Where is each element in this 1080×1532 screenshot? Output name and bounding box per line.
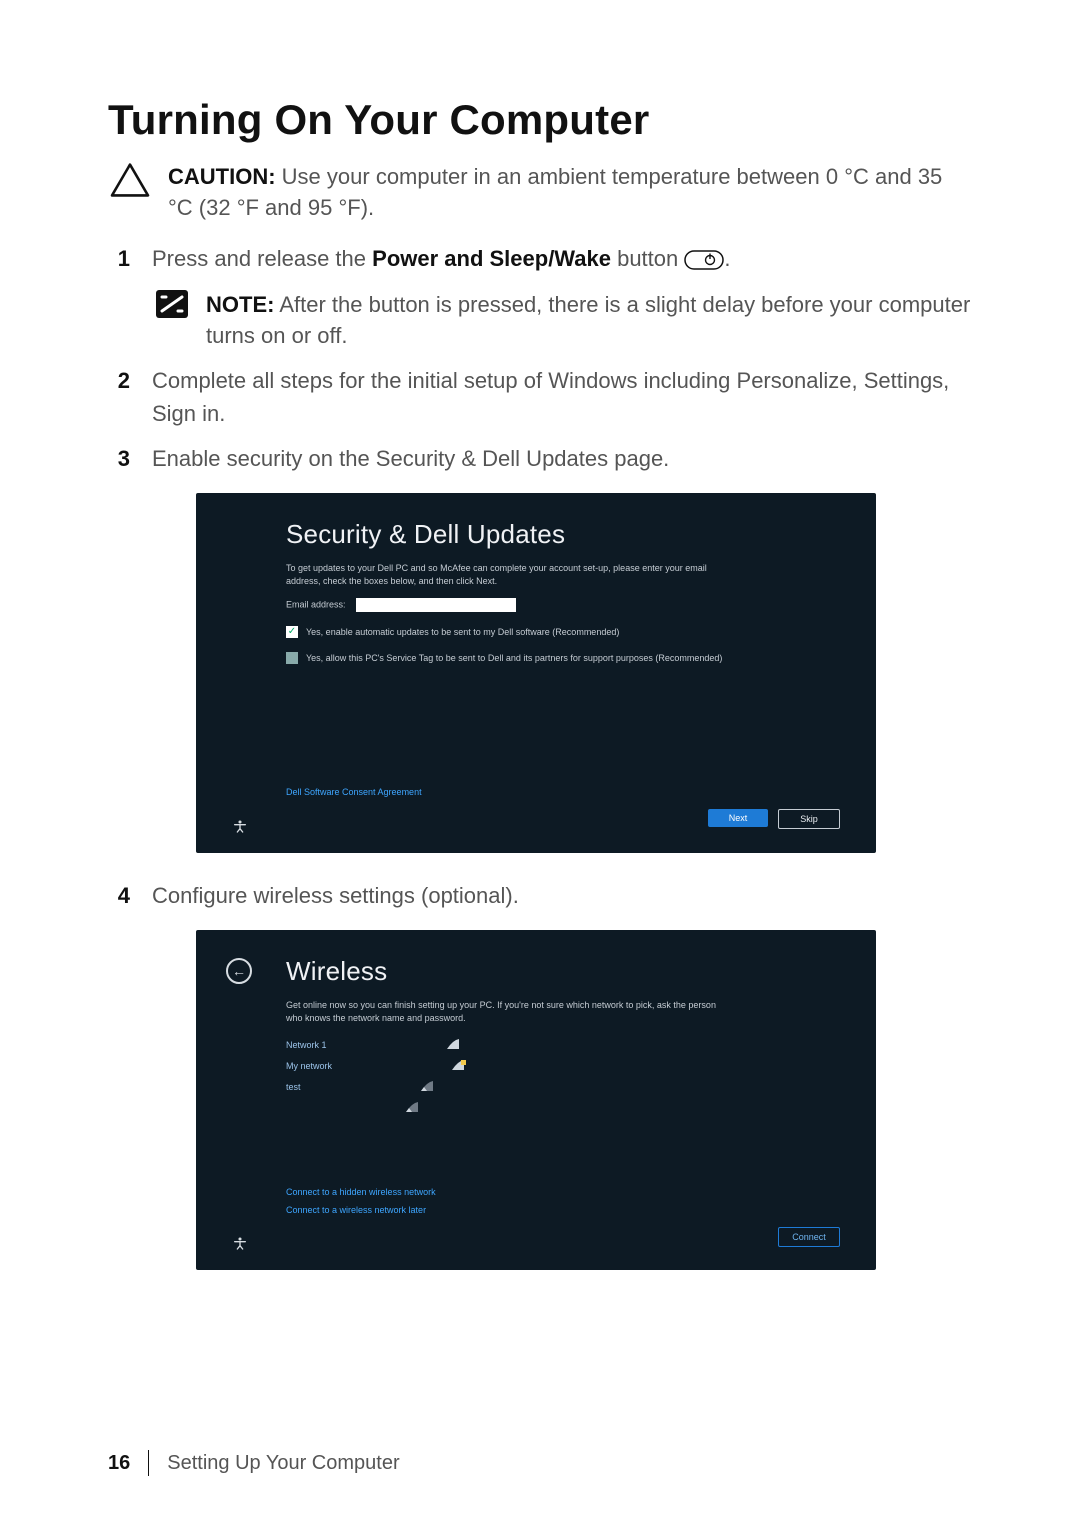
page-number: 16 bbox=[108, 1452, 130, 1475]
ease-of-access-icon[interactable] bbox=[232, 818, 248, 839]
page-footer: 16 Setting Up Your Computer bbox=[108, 1450, 400, 1476]
skip-button[interactable]: Skip bbox=[778, 809, 840, 829]
wireless-desc: Get online now so you can finish setting… bbox=[286, 999, 726, 1024]
s1-bold: Power and Sleep/Wake bbox=[372, 246, 611, 271]
steps-list: 1 Press and release the Power and Sleep/… bbox=[108, 242, 972, 279]
page-title: Turning On Your Computer bbox=[108, 96, 972, 144]
footer-divider bbox=[148, 1450, 149, 1476]
page: Turning On Your Computer CAUTION: Use yo… bbox=[0, 0, 1080, 1532]
step-4: 4 Configure wireless settings (optional)… bbox=[108, 879, 972, 912]
caution-label: CAUTION: bbox=[168, 164, 276, 189]
caution-callout: CAUTION: Use your computer in an ambient… bbox=[108, 162, 972, 224]
checkbox-row-1[interactable]: ✓ Yes, enable automatic updates to be se… bbox=[286, 626, 848, 638]
step-1: 1 Press and release the Power and Sleep/… bbox=[108, 242, 972, 279]
connect-later-link[interactable]: Connect to a wireless network later bbox=[286, 1205, 848, 1215]
wireless-title: Wireless bbox=[286, 956, 848, 987]
checkbox-empty-icon[interactable]: ✓ bbox=[286, 652, 298, 664]
note-icon bbox=[152, 289, 192, 319]
checkbox-row-2[interactable]: ✓ Yes, allow this PC's Service Tag to be… bbox=[286, 652, 848, 664]
step-3: 3 Enable security on the Security & Dell… bbox=[108, 442, 972, 475]
wireless-buttons: Connect bbox=[286, 1227, 848, 1247]
chk1-text: Yes, enable automatic updates to be sent… bbox=[306, 627, 619, 637]
step-number: 2 bbox=[108, 364, 130, 397]
note-body: After the button is pressed, there is a … bbox=[206, 292, 970, 349]
step-number: 4 bbox=[108, 879, 130, 912]
email-label-text: Email address: bbox=[286, 599, 346, 609]
step-2: 2 Complete all steps for the initial set… bbox=[108, 364, 972, 430]
hidden-network-link[interactable]: Connect to a hidden wireless network bbox=[286, 1187, 848, 1197]
connect-button[interactable]: Connect bbox=[778, 1227, 840, 1247]
network-name: My network bbox=[286, 1061, 332, 1071]
network-item[interactable]: My network bbox=[286, 1056, 526, 1077]
step-number: 1 bbox=[108, 242, 130, 275]
wifi-signal-icon bbox=[447, 1039, 459, 1052]
wifi-signal-icon bbox=[421, 1081, 433, 1094]
chk2-text: Yes, allow this PC's Service Tag to be s… bbox=[306, 653, 722, 663]
security-buttons: Next Skip bbox=[286, 809, 848, 829]
note-label: NOTE: bbox=[206, 292, 274, 317]
step-text: Press and release the Power and Sleep/Wa… bbox=[152, 242, 972, 279]
network-name: Network 1 bbox=[286, 1040, 327, 1050]
section-name: Setting Up Your Computer bbox=[167, 1452, 399, 1475]
wireless-screenshot: ← Wireless Get online now so you can fin… bbox=[196, 930, 876, 1270]
network-item[interactable]: Network 1 bbox=[286, 1035, 526, 1056]
caution-icon bbox=[108, 162, 152, 198]
email-label: Email address: bbox=[286, 598, 848, 612]
power-button-icon bbox=[684, 246, 724, 279]
note-callout: NOTE: After the button is pressed, there… bbox=[152, 289, 972, 353]
network-name: test bbox=[286, 1082, 301, 1092]
s1-pre: Press and release the bbox=[152, 246, 372, 271]
steps-list-cont: 2 Complete all steps for the initial set… bbox=[108, 364, 972, 475]
security-title: Security & Dell Updates bbox=[286, 519, 848, 550]
ease-of-access-icon[interactable] bbox=[232, 1235, 248, 1256]
step-text: Complete all steps for the initial setup… bbox=[152, 364, 972, 430]
wifi-secure-icon bbox=[452, 1060, 466, 1073]
security-screenshot: Security & Dell Updates To get updates t… bbox=[196, 493, 876, 853]
network-list: Network 1 My network test bbox=[286, 1035, 848, 1119]
email-input[interactable] bbox=[356, 598, 516, 612]
steps-list-cont2: 4 Configure wireless settings (optional)… bbox=[108, 879, 972, 912]
step-number: 3 bbox=[108, 442, 130, 475]
checkbox-checked-icon[interactable]: ✓ bbox=[286, 626, 298, 638]
network-item[interactable] bbox=[286, 1098, 526, 1119]
step-text: Configure wireless settings (optional). bbox=[152, 879, 972, 912]
caution-text: CAUTION: Use your computer in an ambient… bbox=[168, 162, 972, 224]
wifi-signal-icon bbox=[406, 1102, 418, 1115]
security-desc: To get updates to your Dell PC and so Mc… bbox=[286, 562, 726, 587]
s1-post: button bbox=[611, 246, 684, 271]
note-text: NOTE: After the button is pressed, there… bbox=[206, 289, 972, 353]
network-item[interactable]: test bbox=[286, 1077, 526, 1098]
caution-body: Use your computer in an ambient temperat… bbox=[168, 164, 942, 220]
s1-end: . bbox=[724, 246, 730, 271]
step-text: Enable security on the Security & Dell U… bbox=[152, 442, 972, 475]
next-button[interactable]: Next bbox=[708, 809, 768, 827]
consent-agreement-link[interactable]: Dell Software Consent Agreement bbox=[286, 787, 848, 797]
